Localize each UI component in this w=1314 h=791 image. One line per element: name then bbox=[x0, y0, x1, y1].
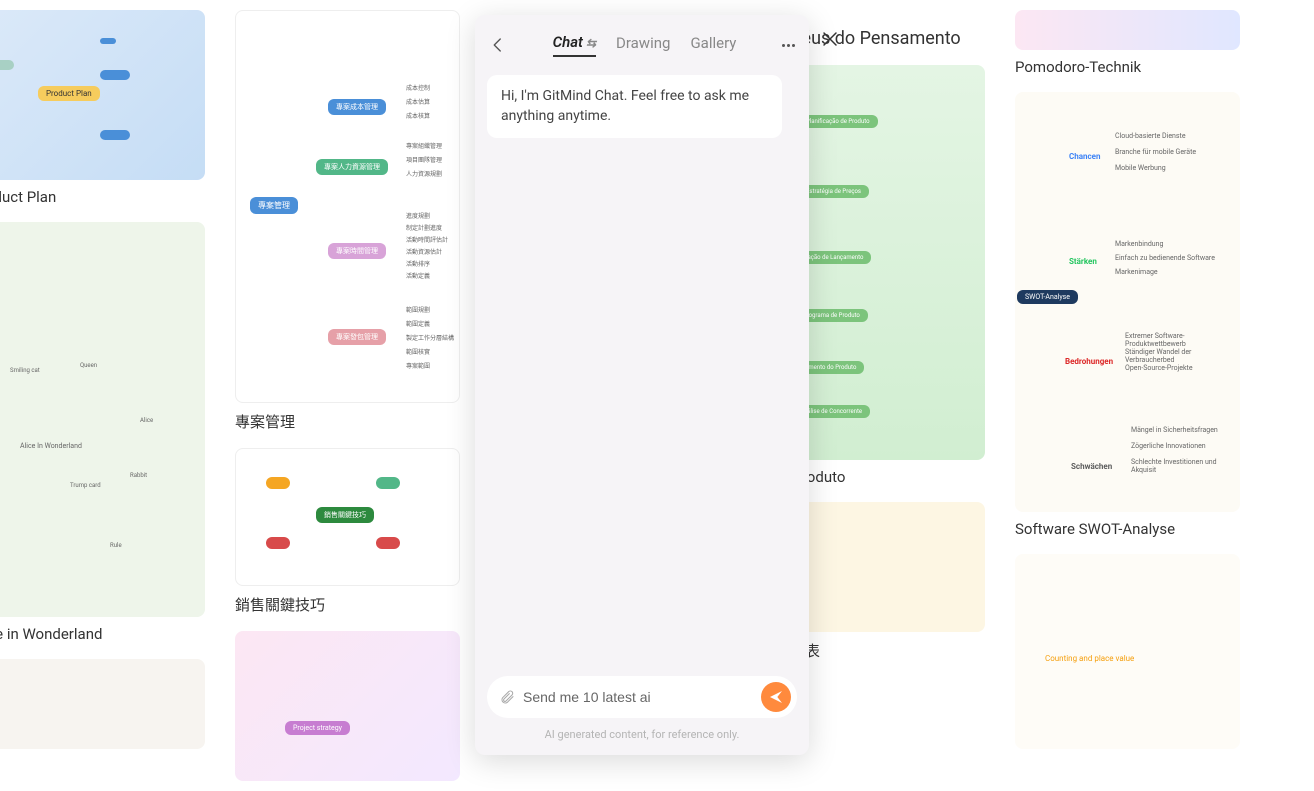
back-icon[interactable] bbox=[489, 36, 507, 54]
template-thumb: SWOT-Analyse Chancen Stärken Bedrohungen… bbox=[1015, 92, 1240, 512]
mindmap-node bbox=[266, 477, 290, 489]
template-title: Pomodoro-Technik bbox=[1015, 58, 1240, 76]
mindmap-node: Product Plan bbox=[38, 86, 100, 101]
mindmap-leaf: Zögerliche Innovationen bbox=[1131, 442, 1206, 450]
chat-input-area: AI generated content, for reference only… bbox=[475, 668, 809, 755]
mindmap-node bbox=[100, 130, 130, 140]
gallery-column: Pomodoro-Technik SWOT-Analyse Chancen St… bbox=[1015, 10, 1240, 781]
mindmap-branch-label: Chancen bbox=[1069, 152, 1100, 161]
chat-input-row bbox=[487, 676, 797, 718]
mindmap-node: Planificação de Produto bbox=[798, 115, 878, 128]
template-card-pomodoro[interactable]: Pomodoro-Technik bbox=[1015, 10, 1240, 76]
attach-icon[interactable] bbox=[499, 689, 515, 705]
close-button[interactable] bbox=[822, 28, 838, 53]
template-card-sales[interactable]: 銷售關鍵技巧 銷售關鍵技巧 bbox=[235, 448, 460, 615]
chat-input[interactable] bbox=[523, 689, 753, 705]
mindmap-leaf: Extremer Software-Produktwettbewerb bbox=[1125, 332, 1240, 348]
mindmap-node-label: Counting and place value bbox=[1045, 654, 1134, 663]
mindmap-node bbox=[376, 537, 400, 549]
tab-chat[interactable]: Chat⇆ bbox=[553, 33, 596, 57]
mindmap-node: 專案人力資源管理 bbox=[316, 159, 388, 175]
mindmap-branch-label: Schwächen bbox=[1071, 462, 1112, 471]
mindmap-node-label: Rule bbox=[110, 542, 122, 549]
more-options-icon[interactable] bbox=[782, 44, 795, 47]
mindmap-branch-label: Bedrohungen bbox=[1065, 357, 1113, 366]
send-button[interactable] bbox=[761, 682, 791, 712]
template-thumb: Counting and place value bbox=[1015, 554, 1240, 749]
template-thumb bbox=[0, 659, 205, 749]
mindmap-leaf: Mängel in Sicherheitsfragen bbox=[1131, 426, 1218, 434]
template-thumb: 銷售關鍵技巧 bbox=[235, 448, 460, 586]
tab-label: Chat bbox=[553, 33, 583, 51]
mindmap-node-label: Queen bbox=[80, 362, 97, 369]
template-thumb: Alice In Wonderland Queen Alice Rabbit R… bbox=[0, 222, 205, 617]
template-thumb: 專案管理 專案成本管理 專案人力資源管理 專案時間管理 專案發包管理 成本控制 … bbox=[235, 10, 460, 403]
gallery-column: 專案管理 專案成本管理 專案人力資源管理 專案時間管理 專案發包管理 成本控制 … bbox=[235, 10, 460, 781]
mindmap-node: 專案時間管理 bbox=[328, 243, 386, 259]
chat-tabs: Chat⇆ Drawing Gallery bbox=[507, 33, 782, 57]
template-card-alice[interactable]: Alice In Wonderland Queen Alice Rabbit R… bbox=[0, 222, 205, 643]
mindmap-leaf: Branche für mobile Geräte bbox=[1115, 148, 1196, 156]
tab-drawing[interactable]: Drawing bbox=[616, 34, 670, 56]
mindmap-leaf: Markenimage bbox=[1115, 268, 1158, 276]
mindmap-leaf: Einfach zu bedienende Software bbox=[1115, 254, 1215, 262]
template-thumb: Project strategy bbox=[235, 631, 460, 781]
mindmap-node: 專案管理 bbox=[250, 197, 298, 214]
mindmap-leaf: Cloud-basierte Dienste bbox=[1115, 132, 1186, 140]
tab-gallery[interactable]: Gallery bbox=[690, 34, 736, 56]
mindmap-node: 專案發包管理 bbox=[328, 329, 386, 345]
mindmap-leaf: Mobile Werbung bbox=[1115, 164, 1166, 172]
mindmap-node: Project strategy bbox=[285, 721, 350, 735]
mindmap-leaf: Ständiger Wandel der Verbraucherbed bbox=[1125, 348, 1240, 364]
template-card-generic[interactable]: Project strategy bbox=[235, 631, 460, 781]
template-thumb bbox=[1015, 10, 1240, 50]
mindmap-leaf: Markenbindung bbox=[1115, 240, 1163, 248]
template-card-product-plan[interactable]: Product Plan roduct Plan bbox=[0, 10, 205, 206]
mindmap-node: 銷售關鍵技巧 bbox=[316, 507, 374, 523]
template-card-project[interactable]: 專案管理 專案成本管理 專案人力資源管理 專案時間管理 專案發包管理 成本控制 … bbox=[235, 10, 460, 432]
gallery-column: Product Plan roduct Plan Alice In Wonder… bbox=[0, 10, 205, 781]
mindmap-node bbox=[376, 477, 400, 489]
assistant-message: Hi, I'm GitMind Chat. Feel free to ask m… bbox=[487, 75, 782, 138]
mindmap-node bbox=[100, 38, 116, 44]
mindmap-node-label: Rabbit bbox=[130, 472, 147, 479]
template-card-counting[interactable]: Counting and place value bbox=[1015, 554, 1240, 749]
mindmap-node bbox=[0, 60, 14, 70]
template-title: Software SWOT-Analyse bbox=[1015, 520, 1240, 538]
mindmap-leaf: Open-Source-Projekte bbox=[1125, 364, 1193, 372]
mindmap-leaf: Schlechte Investitionen und Akquisit bbox=[1131, 458, 1240, 474]
mindmap-node-label: Alice bbox=[140, 417, 153, 424]
chat-header: Chat⇆ Drawing Gallery bbox=[475, 15, 809, 69]
mindmap-node-label: Smiling cat bbox=[10, 367, 40, 374]
mindmap-node: 專案成本管理 bbox=[328, 99, 386, 115]
mindmap-node-label: Alice In Wonderland bbox=[20, 442, 82, 450]
mindmap-node bbox=[266, 537, 290, 549]
template-card-swot[interactable]: SWOT-Analyse Chancen Stärken Bedrohungen… bbox=[1015, 92, 1240, 538]
mindmap-node: SWOT-Analyse bbox=[1017, 290, 1078, 304]
template-card-generic[interactable] bbox=[0, 659, 205, 749]
template-title: roduct Plan bbox=[0, 188, 205, 206]
chat-panel: Chat⇆ Drawing Gallery Hi, I'm GitMind Ch… bbox=[475, 15, 809, 755]
template-thumb: Product Plan bbox=[0, 10, 205, 180]
template-title: lice in Wonderland bbox=[0, 625, 205, 643]
mindmap-node bbox=[100, 70, 130, 80]
swap-icon: ⇆ bbox=[586, 36, 596, 50]
mindmap-node-label: Trump card bbox=[70, 482, 101, 489]
template-title: 銷售關鍵技巧 bbox=[235, 594, 460, 615]
chat-messages: Hi, I'm GitMind Chat. Feel free to ask m… bbox=[475, 69, 809, 668]
mindmap-branch-label: Stärken bbox=[1069, 257, 1097, 266]
ai-disclaimer: AI generated content, for reference only… bbox=[487, 728, 797, 741]
template-title: 專案管理 bbox=[235, 411, 460, 432]
